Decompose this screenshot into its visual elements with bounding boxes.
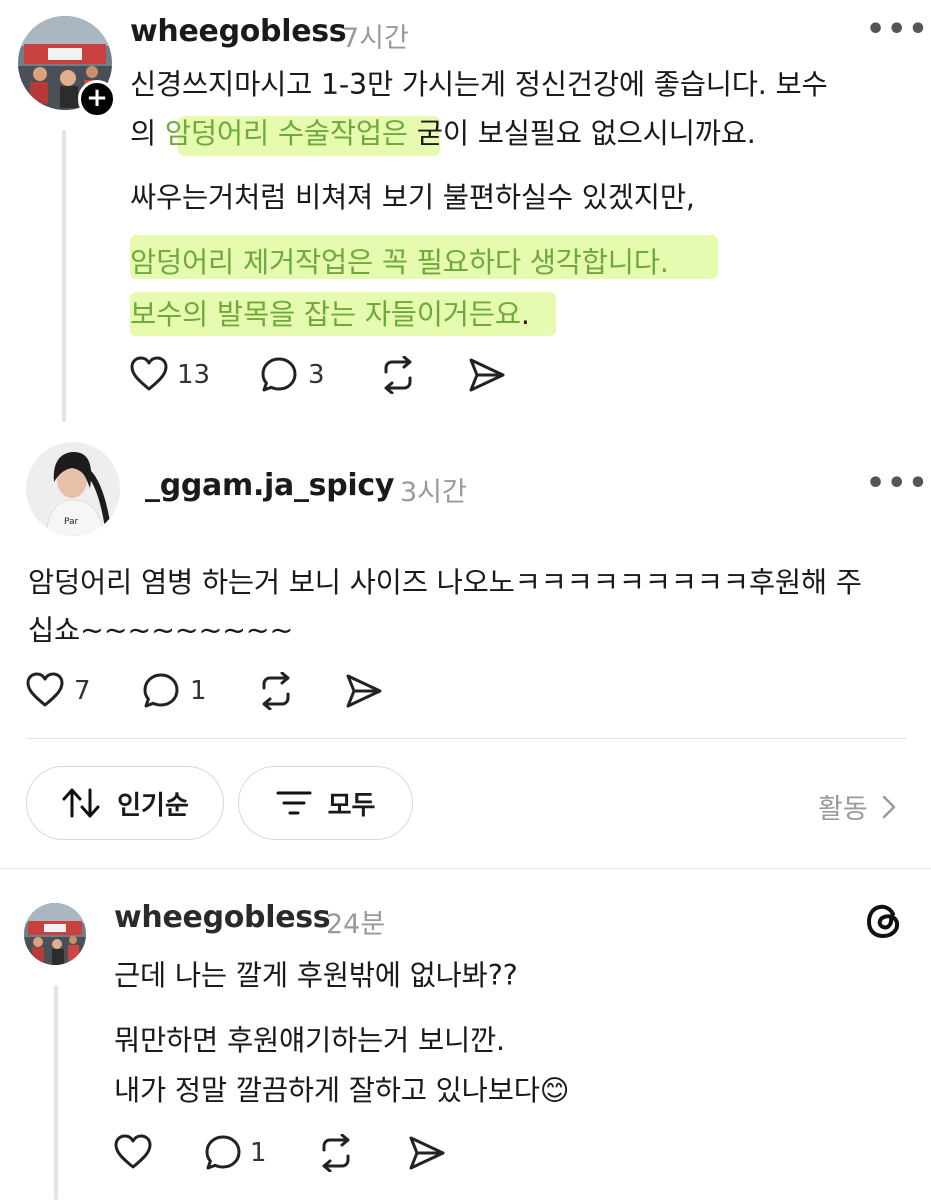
send-icon[interactable]: [345, 673, 383, 709]
sort-arrows-icon: [61, 787, 101, 819]
filter-button[interactable]: 모두: [238, 766, 413, 840]
smile-emoji: 😊: [539, 1074, 570, 1107]
thread-line: [62, 130, 66, 422]
like-count: 7: [74, 676, 91, 706]
activity-link[interactable]: 활동: [818, 787, 896, 826]
comment-text-line: 싸우는거처럼 비쳐져 보기 불편하실수 있겠지만,: [130, 181, 695, 214]
like-count: 13: [177, 360, 211, 390]
send-icon[interactable]: [408, 1135, 446, 1171]
highlighted-text: 암덩어리 수술작업은: [164, 117, 408, 150]
timestamp: 3시간: [400, 477, 467, 508]
comment-text-line: 암덩어리 제거작업은 꼭 필요하다 생각합니다.: [130, 240, 669, 281]
reply-count: 3: [308, 360, 325, 390]
heart-icon[interactable]: [114, 1134, 152, 1170]
chevron-right-icon: [882, 795, 896, 826]
comment-text-line: 신경쓰지마시고 1-3만 가시는게 정신건강에 좋습니다. 보수: [130, 68, 828, 101]
reply-count: 1: [190, 676, 207, 706]
comment-text-line: 보수의 발목을 잡는 자들이거든요.: [130, 298, 530, 331]
reply-count: 1: [250, 1138, 267, 1168]
more-icon[interactable]: •••: [866, 12, 930, 47]
more-icon[interactable]: •••: [866, 466, 930, 501]
divider: [26, 738, 906, 739]
highlighted-text: 암덩어리 제거작업은 꼭 필요하다 생각합니다.: [130, 246, 669, 279]
avatar[interactable]: [24, 903, 86, 965]
filter-lines-icon: [276, 788, 312, 818]
username[interactable]: wheegobless: [114, 900, 331, 935]
comment-text-line: 근데 나는 깔게 후원밖에 없나봐??: [114, 959, 518, 992]
comment-icon[interactable]: [260, 356, 298, 394]
thread-line: [54, 985, 58, 1200]
comment-icon[interactable]: [142, 672, 180, 710]
divider: [0, 868, 931, 869]
comment-text-line: 십쇼~~~~~~~~~: [28, 614, 294, 647]
sort-button[interactable]: 인기순: [26, 766, 224, 840]
heart-icon[interactable]: [130, 356, 168, 392]
heart-icon[interactable]: [26, 672, 64, 708]
comment-icon[interactable]: [204, 1134, 242, 1172]
timestamp: 7시간: [342, 23, 409, 54]
filter-label: 모두: [327, 790, 376, 821]
avatar[interactable]: Par: [26, 442, 120, 536]
timestamp: 24분: [326, 909, 386, 940]
repost-icon[interactable]: [316, 1134, 356, 1172]
highlighted-text: 보수의 발목을 잡는 자들이거든요: [130, 298, 521, 331]
send-icon[interactable]: [468, 357, 506, 393]
svg-text:Par: Par: [64, 517, 79, 527]
comment-text-line: 내가 정말 깔끔하게 잘하고 있나보다😊: [114, 1074, 570, 1107]
repost-icon[interactable]: [378, 356, 418, 394]
comment-text-line: 뭐만하면 후원얘기하는거 보니깐.: [114, 1024, 505, 1057]
username[interactable]: _ggam.ja_spicy: [145, 468, 394, 503]
follow-button[interactable]: +: [78, 80, 116, 118]
repost-icon[interactable]: [256, 672, 296, 710]
username[interactable]: wheegobless: [130, 14, 347, 49]
comment-text-line: 의 암덩어리 수술작업은 굳이 보실필요 없으시니까요.: [130, 117, 756, 150]
sort-label: 인기순: [117, 790, 189, 821]
comment-text-line: 암덩어리 염병 하는거 보니 사이즈 나오노ㅋㅋㅋㅋㅋㅋㅋㅋㅋ후원해 주: [28, 566, 862, 599]
threads-logo-icon[interactable]: [866, 902, 902, 944]
